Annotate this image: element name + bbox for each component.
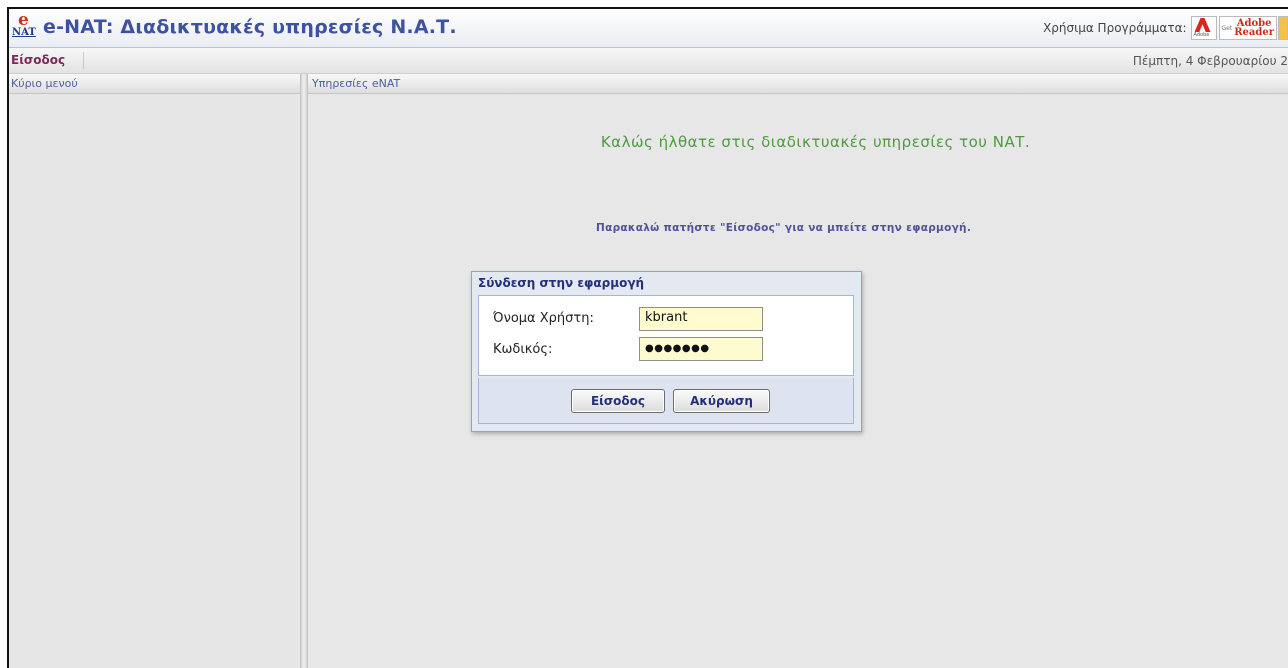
- adobe-logo-icon[interactable]: Adobe: [1190, 16, 1217, 40]
- toolbar: Είσοδος Πέμπτη, 4 Φεβρουαρίου 2: [9, 48, 1288, 74]
- cancel-button[interactable]: Ακύρωση: [673, 389, 770, 413]
- get-adobe-reader-link[interactable]: Get Adobe Reader: [1218, 16, 1277, 40]
- password-field[interactable]: ●●●●●●●: [639, 337, 763, 361]
- username-field[interactable]: kbrant: [639, 307, 763, 331]
- dialog-body: Όνομα Χρήστη: kbrant Κωδικός: ●●●●●●●: [478, 295, 854, 376]
- login-link[interactable]: Είσοδος: [11, 53, 65, 67]
- app-header: e NAT e-NAT: Διαδικτυακές υπηρεσίες Ν.Α.…: [9, 9, 1288, 48]
- main-menu-panel: Κύριο μενού: [9, 74, 300, 668]
- dialog-footer: Είσοδος Ακύρωση: [478, 378, 854, 424]
- program-icon[interactable]: [1278, 16, 1288, 40]
- app-window: e NAT e-NAT: Διαδικτυακές υπηρεσίες Ν.Α.…: [7, 7, 1288, 668]
- login-dialog: Σύνδεση στην εφαρμογή Όνομα Χρήστη: kbra…: [471, 271, 862, 432]
- dialog-title: Σύνδεση στην εφαρμογή: [478, 276, 645, 290]
- instruction-text: Παρακαλώ πατήστε "Είσοδος" για να μπείτε…: [596, 222, 972, 234]
- useful-programs: Χρήσιμα Προγράμματα: Adobe Get Adobe Rea…: [1043, 16, 1288, 40]
- login-button[interactable]: Είσοδος: [571, 389, 665, 413]
- main-menu-title: Κύριο μενού: [9, 74, 300, 94]
- panel-splitter[interactable]: [300, 74, 308, 668]
- app-title: e-NAT: Διαδικτυακές υπηρεσίες Ν.Α.Τ.: [43, 16, 457, 38]
- current-date: Πέμπτη, 4 Φεβρουαρίου 2: [1132, 54, 1288, 68]
- services-title: Υπηρεσίες eNAT: [308, 74, 1288, 94]
- welcome-message: Καλώς ήλθατε στις διαδικτυακές υπηρεσίες…: [600, 133, 1031, 151]
- welcome-message-wrap: Καλώς ήλθατε στις διαδικτυακές υπηρεσίες…: [308, 133, 1288, 151]
- toolbar-separator: [83, 52, 84, 69]
- password-label: Κωδικός:: [493, 342, 553, 357]
- logo-abbr: NAT: [12, 27, 36, 38]
- enat-logo: e NAT: [12, 10, 38, 42]
- reader-badge-line2: Reader: [1234, 27, 1274, 38]
- reader-badge-get: Get: [1221, 24, 1233, 32]
- username-label: Όνομα Χρήστη:: [493, 311, 594, 326]
- programs-label: Χρήσιμα Προγράμματα:: [1043, 21, 1187, 35]
